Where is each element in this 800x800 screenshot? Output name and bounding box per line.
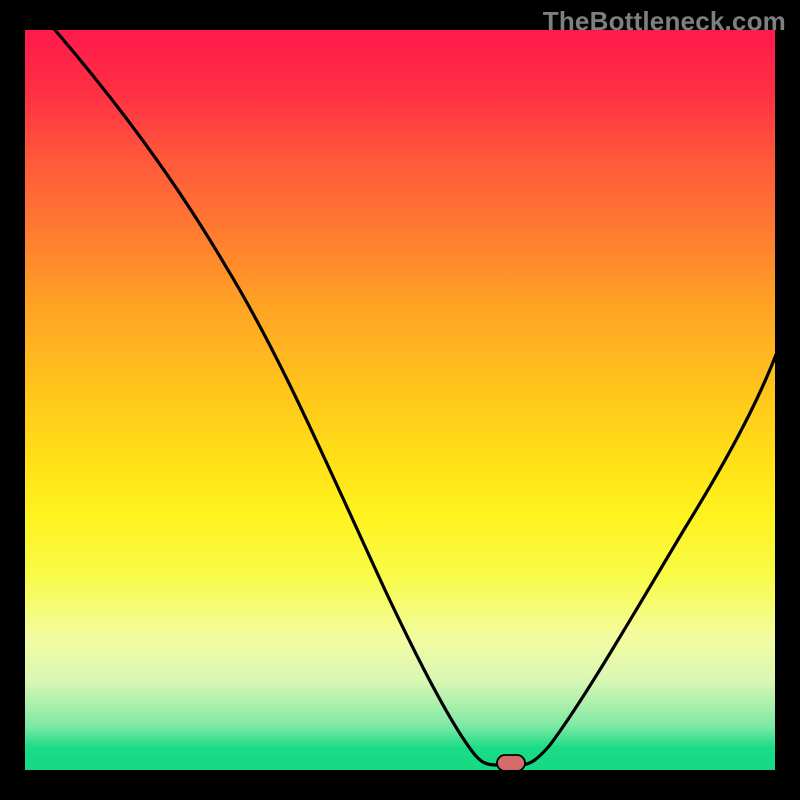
plot-area	[25, 30, 775, 770]
bottleneck-curve	[55, 30, 775, 765]
chart-frame: TheBottleneck.com	[0, 0, 800, 800]
chart-svg	[25, 30, 775, 770]
optimal-marker	[497, 755, 525, 770]
watermark-text: TheBottleneck.com	[543, 6, 786, 37]
